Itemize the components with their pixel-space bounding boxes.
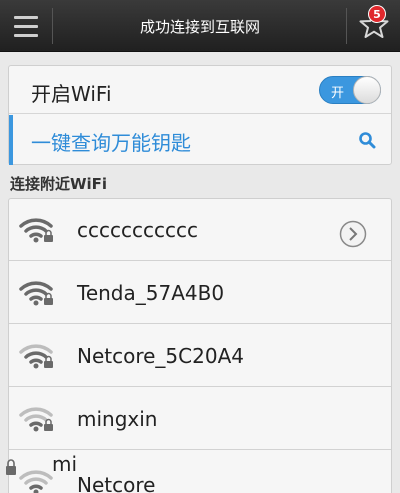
hamburger-icon [14, 15, 38, 19]
toggle-state-text: 开 [331, 86, 345, 101]
search-icon [359, 132, 376, 149]
list-item[interactable]: Tenda_57A4B0 [9, 262, 391, 324]
list-item[interactable]: mingxin [9, 388, 391, 450]
key-search-row[interactable]: 一键查询万能钥匙 [9, 115, 391, 165]
wifi-locked-icon [19, 407, 53, 432]
hamburger-icon [14, 33, 38, 37]
wifi-locked-icon [19, 344, 53, 369]
section-title: 连接附近WiFi [10, 175, 108, 193]
network-name: ccccccccccc [77, 218, 198, 242]
key-search-label: 一键查询万能钥匙 [31, 131, 191, 155]
list-item[interactable]: Netcore_5C20A4 [9, 325, 391, 387]
wifi-toggle[interactable]: 开 [319, 76, 381, 104]
overlay-label: mi [52, 452, 78, 476]
toggle-knob [353, 76, 381, 104]
network-name: Netcore [77, 473, 156, 493]
wifi-locked-icon [19, 281, 53, 306]
settings-card: 开启WiFi 开 一键查询万能钥匙 [8, 65, 392, 165]
page-title: 成功连接到互联网 [139, 17, 260, 36]
hamburger-icon [14, 24, 38, 28]
network-name: Netcore_5C20A4 [77, 344, 244, 368]
notification-badge: 5 [368, 5, 386, 23]
accent-bar [9, 115, 13, 165]
network-name: mingxin [77, 407, 158, 431]
wifi-locked-icon [19, 218, 53, 243]
wifi-toggle-row: 开启WiFi 开 [9, 66, 391, 114]
wifi-locked-icon [19, 470, 53, 493]
wifi-label: 开启WiFi [31, 82, 112, 106]
divider [52, 8, 53, 44]
top-bar: 成功连接到互联网 5 [0, 0, 400, 52]
network-list: ccccccccccc Tenda_57A4B0 Netcore_5C20A4 [8, 198, 392, 493]
network-name: Tenda_57A4B0 [77, 281, 225, 305]
lock-icon [6, 459, 16, 475]
menu-button[interactable] [0, 0, 52, 52]
list-item[interactable]: ccccccccccc [9, 199, 391, 261]
chevron-right-icon[interactable] [339, 220, 367, 248]
